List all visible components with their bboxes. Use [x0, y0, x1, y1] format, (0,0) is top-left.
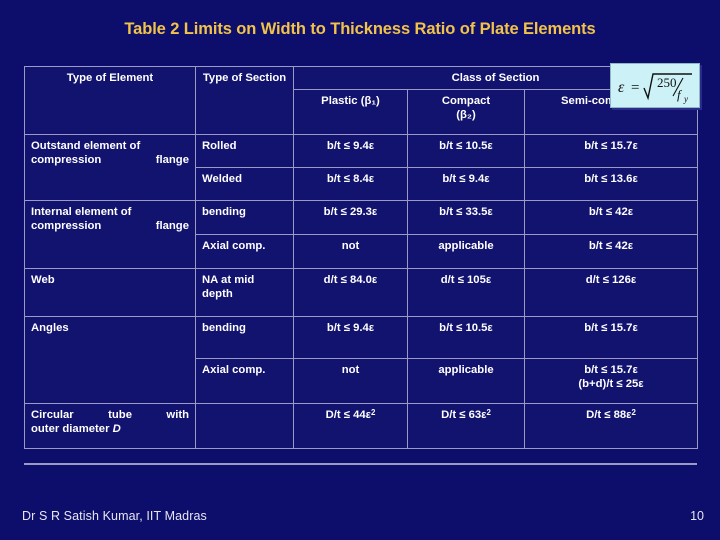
cell-section-bending: bending [195, 316, 294, 360]
cell-semi-compact: b/t ≤ 13.6ε [523, 167, 699, 202]
cell-section-rolled: Rolled [195, 134, 294, 169]
formula-epsilon-glyph: ε [618, 79, 625, 96]
cell-plastic: not [293, 234, 408, 270]
cell-plastic: b/t ≤ 29.3ε [293, 200, 408, 236]
page-title: Table 2 Limits on Width to Thickness Rat… [124, 20, 596, 38]
header-compact: Compact (β₂) [407, 89, 525, 136]
footer-page-number: 10 [690, 509, 704, 523]
cell-compact: b/t ≤ 33.5ε [407, 200, 525, 236]
cell-compact-exponent: 2 [486, 407, 491, 417]
cell-compact: b/t ≤ 10.5ε [407, 316, 525, 360]
formula-denominator: f [677, 87, 683, 102]
cell-section-axial-comp: Axial comp. [195, 358, 294, 405]
cell-plastic: b/t ≤ 8.4ε [293, 167, 408, 202]
limits-table: Type of Element Type of Section Class of… [24, 65, 699, 450]
header-type-of-section: Type of Section [195, 65, 294, 136]
formula-numerator: 250 [657, 75, 677, 90]
header-compact-line1: Compact [441, 95, 491, 108]
table-row: Web NA at mid depth d/t ≤ 84.0ε d/t ≤ 10… [24, 268, 699, 318]
cell-element-outstand: Outstand element of compression flange [24, 134, 196, 202]
table-row: Angles bending b/t ≤ 9.4ε b/t ≤ 10.5ε b/… [24, 316, 699, 405]
cell-semi-compact-exponent: 2 [631, 407, 636, 417]
cell-plastic: not [293, 358, 408, 405]
cell-compact: b/t ≤ 9.4ε [407, 167, 525, 202]
cell-plastic: b/t ≤ 9.4ε [293, 316, 408, 360]
cell-plastic-exponent: 2 [371, 407, 376, 417]
cell-element-angles: Angles [24, 316, 196, 405]
table-row: Circular tube with outer diameter D D/t … [24, 403, 699, 450]
cell-compact: b/t ≤ 10.5ε [407, 134, 525, 169]
cell-compact: applicable [407, 358, 525, 405]
circular-tube-line1: Circular tube with [31, 409, 189, 422]
cell-plastic: d/t ≤ 84.0ε [293, 268, 408, 318]
cell-semi-compact-line1: b/t ≤ 15.7ε [584, 364, 638, 377]
cell-element-internal: Internal element of compression flange [24, 200, 196, 270]
circular-tube-line2-prefix: outer diameter [31, 423, 113, 436]
table-bottom-rule [24, 463, 697, 465]
cell-semi-compact-line2: (b+d)/t ≤ 25ε [578, 378, 644, 391]
cell-plastic: D/t ≤ 44ε2 [293, 403, 408, 450]
table-body: Outstand element of compression flange R… [24, 134, 699, 450]
cell-compact: D/t ≤ 63ε2 [407, 403, 525, 450]
cell-semi-compact: b/t ≤ 42ε [523, 234, 699, 270]
epsilon-formula-box: ε = 250 f y [610, 63, 700, 108]
formula-denominator-subscript: y [683, 94, 688, 104]
epsilon-formula-svg: ε = 250 f y [618, 72, 692, 104]
cell-semi-compact: b/t ≤ 15.7ε [523, 134, 699, 169]
cell-element-circular-tube: Circular tube with outer diameter D [24, 403, 196, 450]
cell-section-empty [195, 403, 294, 450]
table-row: Outstand element of compression flange R… [24, 134, 699, 202]
cell-semi-compact: d/t ≤ 126ε [523, 268, 699, 318]
cell-plastic: b/t ≤ 9.4ε [293, 134, 408, 169]
cell-compact: d/t ≤ 105ε [407, 268, 525, 318]
cell-plastic-text: D/t ≤ 44ε [325, 409, 372, 422]
table-row: Internal element of compression flange b… [24, 200, 699, 270]
cell-semi-compact: D/t ≤ 88ε2 [523, 403, 699, 450]
header-compact-line2: (β₂) [456, 109, 476, 122]
cell-semi-compact: b/t ≤ 42ε [523, 200, 699, 236]
formula-equals-glyph: = [631, 80, 639, 96]
cell-compact-text: D/t ≤ 63ε [441, 409, 487, 422]
circular-tube-diameter-symbol: D [112, 423, 121, 436]
footer-author: Dr S R Satish Kumar, IIT Madras [22, 509, 207, 523]
table-header: Type of Element Type of Section Class of… [24, 65, 699, 136]
cell-compact: applicable [407, 234, 525, 270]
cell-semi-compact: b/t ≤ 15.7ε (b+d)/t ≤ 25ε [523, 358, 699, 405]
cell-section-bending: bending [195, 200, 294, 236]
cell-semi-compact: b/t ≤ 15.7ε [523, 316, 699, 360]
cell-section-axial-comp: Axial comp. [195, 234, 294, 270]
header-type-of-element: Type of Element [24, 65, 196, 136]
cell-section-na-at-mid-depth: NA at mid depth [195, 268, 294, 318]
table-header-row-main: Type of Element Type of Section Class of… [24, 65, 699, 136]
table-container: Type of Element Type of Section Class of… [24, 65, 699, 450]
cell-element-web: Web [24, 268, 196, 318]
header-plastic: Plastic (β₁) [293, 89, 408, 136]
cell-semi-compact-text: D/t ≤ 88ε [586, 409, 632, 422]
cell-section-welded: Welded [195, 167, 294, 202]
slide-canvas: Table 2 Limits on Width to Thickness Rat… [0, 0, 720, 540]
